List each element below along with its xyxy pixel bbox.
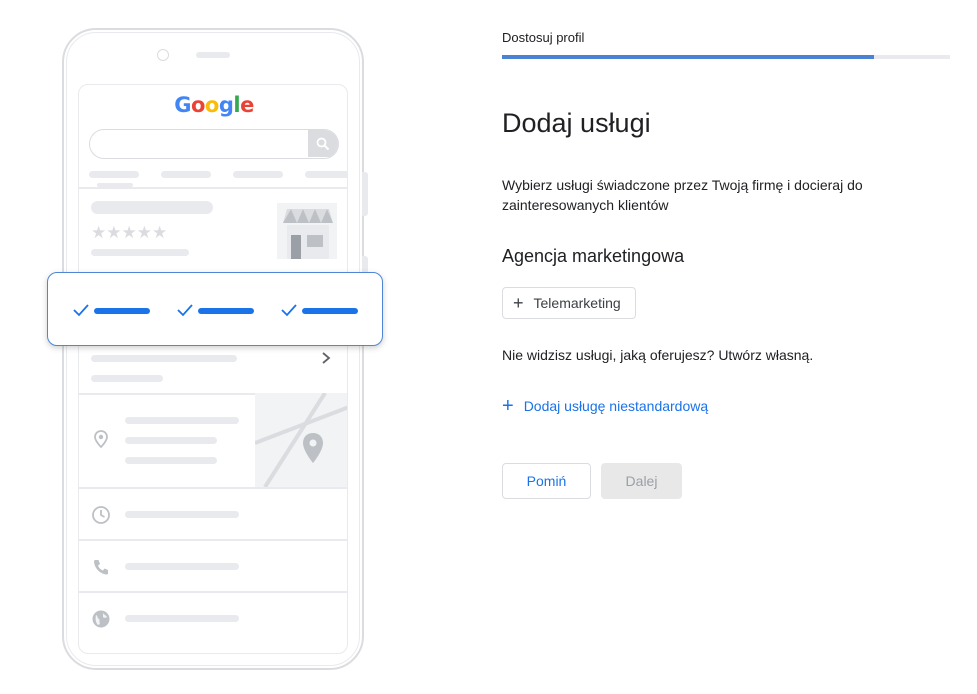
divider <box>79 539 347 541</box>
placeholder-line <box>125 511 239 518</box>
service-placeholder-line <box>302 308 358 314</box>
placeholder-line <box>91 355 237 362</box>
next-button[interactable]: Dalej <box>601 463 682 499</box>
plus-icon: + <box>502 395 514 417</box>
map-icon <box>255 393 347 487</box>
phone-speaker <box>196 52 230 58</box>
search-box <box>89 129 339 159</box>
check-icon <box>177 304 193 317</box>
placeholder-line <box>125 457 217 464</box>
search-icon <box>308 130 338 157</box>
service-placeholder-line <box>94 308 150 314</box>
progress-bar <box>502 55 950 59</box>
step-title: Dostosuj profil <box>502 30 585 45</box>
placeholder-business-name <box>91 201 213 214</box>
google-logo-letter: o <box>204 93 219 117</box>
placeholder-line <box>91 375 163 382</box>
phone-camera <box>157 49 169 61</box>
phone-illustration: Google ★★★★★ <box>0 0 400 694</box>
google-logo: Google <box>79 93 347 117</box>
phone-screen: Google ★★★★★ <box>78 84 348 654</box>
check-icon <box>281 304 297 317</box>
globe-icon <box>92 610 110 628</box>
page-title: Dodaj usługi <box>502 108 651 138</box>
google-logo-letter: o <box>190 93 205 117</box>
add-custom-service-label: Dodaj usługę niestandardową <box>523 398 709 414</box>
placeholder-line <box>125 563 239 570</box>
chevron-right-icon <box>322 352 331 364</box>
service-chip-label: Telemarketing <box>533 295 621 311</box>
placeholder-tab <box>89 171 139 178</box>
google-logo-letter: G <box>174 93 191 117</box>
divider <box>79 591 347 593</box>
placeholder-tab <box>305 171 347 178</box>
rating-stars: ★★★★★ <box>91 223 168 242</box>
placeholder-line <box>91 249 189 256</box>
phone-icon <box>94 560 108 575</box>
clock-icon <box>92 506 110 524</box>
progress-bar-fill <box>502 55 874 59</box>
map-pin-icon <box>94 430 108 449</box>
add-custom-service-link[interactable]: + Dodaj usługę niestandardową <box>502 396 708 416</box>
service-chip-telemarketing[interactable]: + Telemarketing <box>502 287 636 319</box>
divider <box>79 187 347 189</box>
google-logo-letter: e <box>240 93 254 117</box>
phone-side-button <box>362 172 368 216</box>
business-category: Agencja marketingowa <box>502 246 685 266</box>
custom-service-hint: Nie widzisz usługi, jaką oferujesz? Utwó… <box>502 347 814 363</box>
placeholder-line <box>125 437 217 444</box>
placeholder-tab <box>161 171 211 178</box>
service-placeholder-line <box>198 308 254 314</box>
services-highlight-card <box>47 272 383 346</box>
placeholder-line <box>125 417 239 424</box>
skip-button[interactable]: Pomiń <box>502 463 591 499</box>
plus-icon: + <box>513 293 524 313</box>
page-description: Wybierz usługi świadczone przez Twoją fi… <box>502 177 863 213</box>
check-icon <box>73 304 89 317</box>
google-logo-letter: g <box>218 93 234 117</box>
shop-icon <box>277 203 337 259</box>
placeholder-tab <box>233 171 283 178</box>
placeholder-line <box>125 615 239 622</box>
divider <box>79 487 347 489</box>
